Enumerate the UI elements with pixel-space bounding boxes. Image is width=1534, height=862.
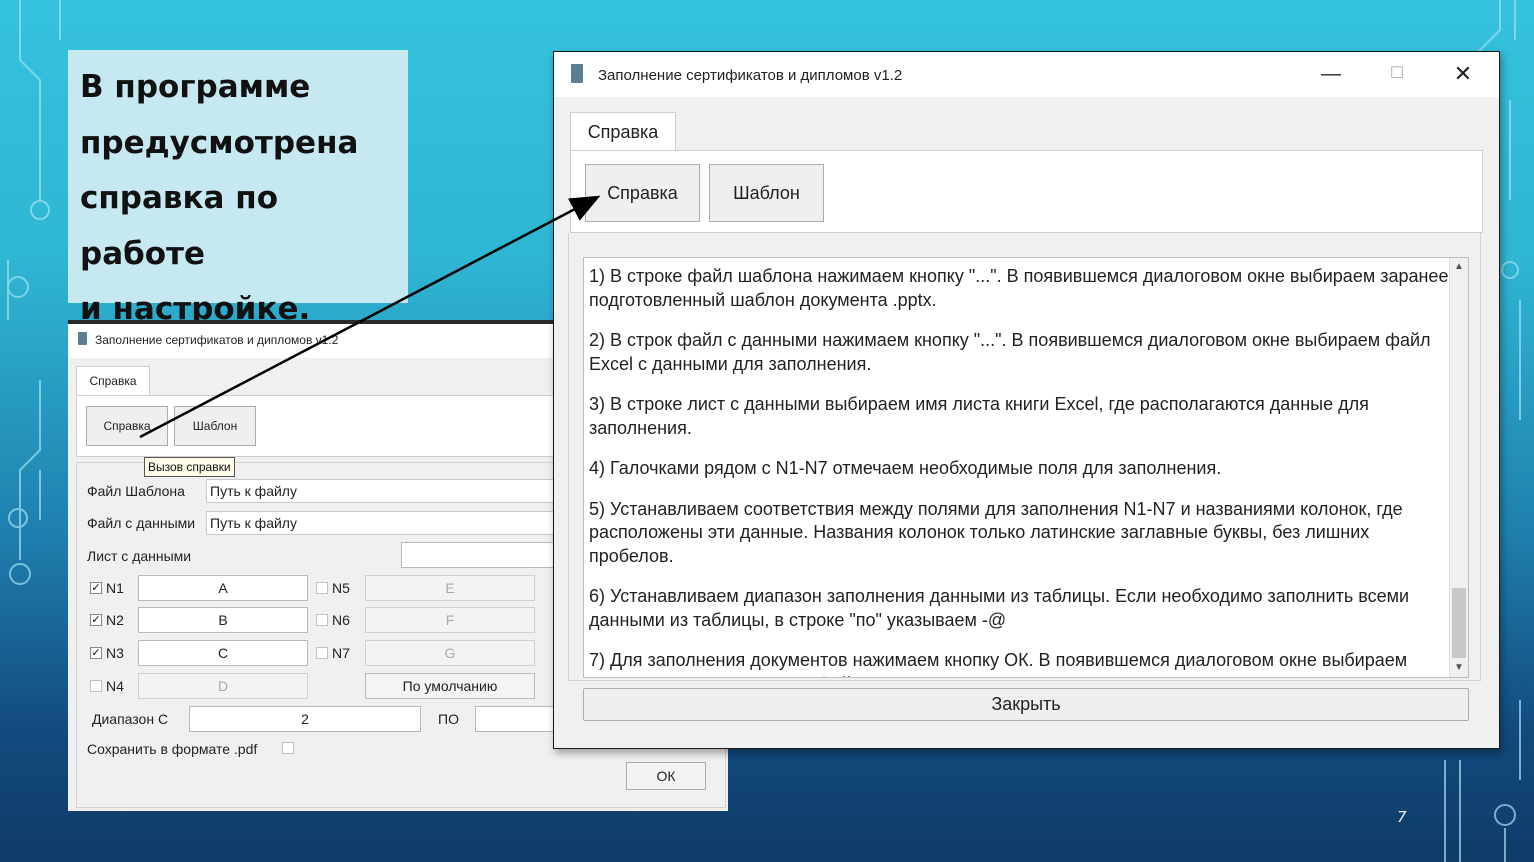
help-paragraph: 3) В строке лист с данными выбираем имя … [589, 394, 1369, 438]
vertical-scrollbar[interactable]: ▲ ▼ [1449, 258, 1468, 677]
book-icon [78, 332, 87, 345]
callout-box: В программе предусмотрена справка по раб… [68, 50, 408, 327]
save-pdf-label: Сохранить в формате .pdf [87, 741, 258, 757]
n4-field[interactable]: D [138, 673, 308, 699]
help-paragraph: 5) Устанавливаем соответствия между поля… [589, 498, 1403, 566]
n5-field[interactable]: E [365, 575, 535, 601]
n7-checkbox[interactable] [316, 647, 328, 659]
help-button[interactable]: Справка [585, 164, 700, 222]
close-button[interactable]: Закрыть [583, 688, 1469, 721]
help-paragraph: 1) В строке файл шаблона нажимаем кнопку… [589, 266, 1449, 310]
range-from-input[interactable]: 2 [189, 706, 421, 732]
n3-label: N3 [106, 645, 124, 661]
n6-field[interactable]: F [365, 607, 535, 633]
n4-label: N4 [106, 678, 124, 694]
minimize-icon[interactable]: — [1316, 63, 1346, 87]
help-paragraph: 2) В строк файл с данными нажимаем кнопк… [589, 330, 1431, 374]
scroll-thumb[interactable] [1452, 588, 1466, 658]
template-button[interactable]: Шаблон [174, 406, 256, 446]
help-text-content: 1) В строке файл шаблона нажимаем кнопку… [589, 265, 1449, 677]
template-file-label: Файл Шаблона [87, 483, 185, 499]
n7-field[interactable]: G [365, 640, 535, 666]
n7-label: N7 [332, 645, 350, 661]
help-button[interactable]: Справка [86, 406, 168, 446]
help-paragraph: 4) Галочками рядом с N1-N7 отмечаем необ… [589, 458, 1222, 478]
help-paragraph: 6) Устанавливаем диапазон заполнения дан… [589, 586, 1410, 630]
help-window-titlebar: Заполнение сертификатов и дипломов v1.2 … [554, 52, 1499, 97]
default-button[interactable]: По умолчанию [365, 673, 535, 699]
callout-text: В программе предусмотрена справка по раб… [80, 60, 405, 338]
scroll-down-icon[interactable]: ▼ [1450, 659, 1468, 677]
help-text-area[interactable]: 1) В строке файл шаблона нажимаем кнопку… [583, 257, 1469, 678]
data-file-label: Файл с данными [87, 515, 196, 531]
tab-help[interactable]: Справка [76, 366, 150, 396]
n2-field[interactable]: B [138, 607, 308, 633]
n2-checkbox[interactable]: ✓ [90, 614, 102, 626]
close-icon[interactable]: ✕ [1448, 63, 1478, 87]
callout-line: В программе [80, 69, 311, 105]
n5-label: N5 [332, 580, 350, 596]
sheet-label: Лист с данными [87, 548, 192, 564]
ok-button[interactable]: ОК [626, 762, 706, 790]
help-toolbar-panel [570, 150, 1483, 233]
range-to-label: ПО [438, 711, 459, 727]
tooltip: Вызов справки [144, 457, 235, 477]
save-pdf-checkbox[interactable] [282, 742, 294, 754]
n4-checkbox[interactable] [90, 680, 102, 692]
help-paragraph: 7) Для заполнения документов нажимаем кн… [589, 650, 1408, 677]
page-number: 7 [1397, 808, 1407, 826]
callout-line: предусмотрена [80, 124, 359, 161]
n2-label: N2 [106, 612, 124, 628]
tab-help[interactable]: Справка [570, 112, 676, 152]
n6-label: N6 [332, 612, 350, 628]
range-from-label: Диапазон С [92, 711, 169, 727]
template-button[interactable]: Шаблон [709, 164, 824, 222]
callout-line: справка по работе [80, 180, 278, 272]
n3-checkbox[interactable]: ✓ [90, 647, 102, 659]
help-window: Заполнение сертификатов и дипломов v1.2 … [553, 51, 1500, 749]
n6-checkbox[interactable] [316, 614, 328, 626]
n1-field[interactable]: A [138, 575, 308, 601]
main-window-title: Заполнение сертификатов и дипломов v1.2 [95, 333, 339, 347]
scroll-up-icon[interactable]: ▲ [1450, 258, 1468, 276]
n5-checkbox[interactable] [316, 582, 328, 594]
help-window-title: Заполнение сертификатов и дипломов v1.2 [598, 67, 903, 84]
n3-field[interactable]: C [138, 640, 308, 666]
n1-label: N1 [106, 580, 124, 596]
n1-checkbox[interactable]: ✓ [90, 582, 102, 594]
maximize-icon[interactable]: ☐ [1382, 63, 1412, 87]
book-icon [571, 64, 583, 83]
